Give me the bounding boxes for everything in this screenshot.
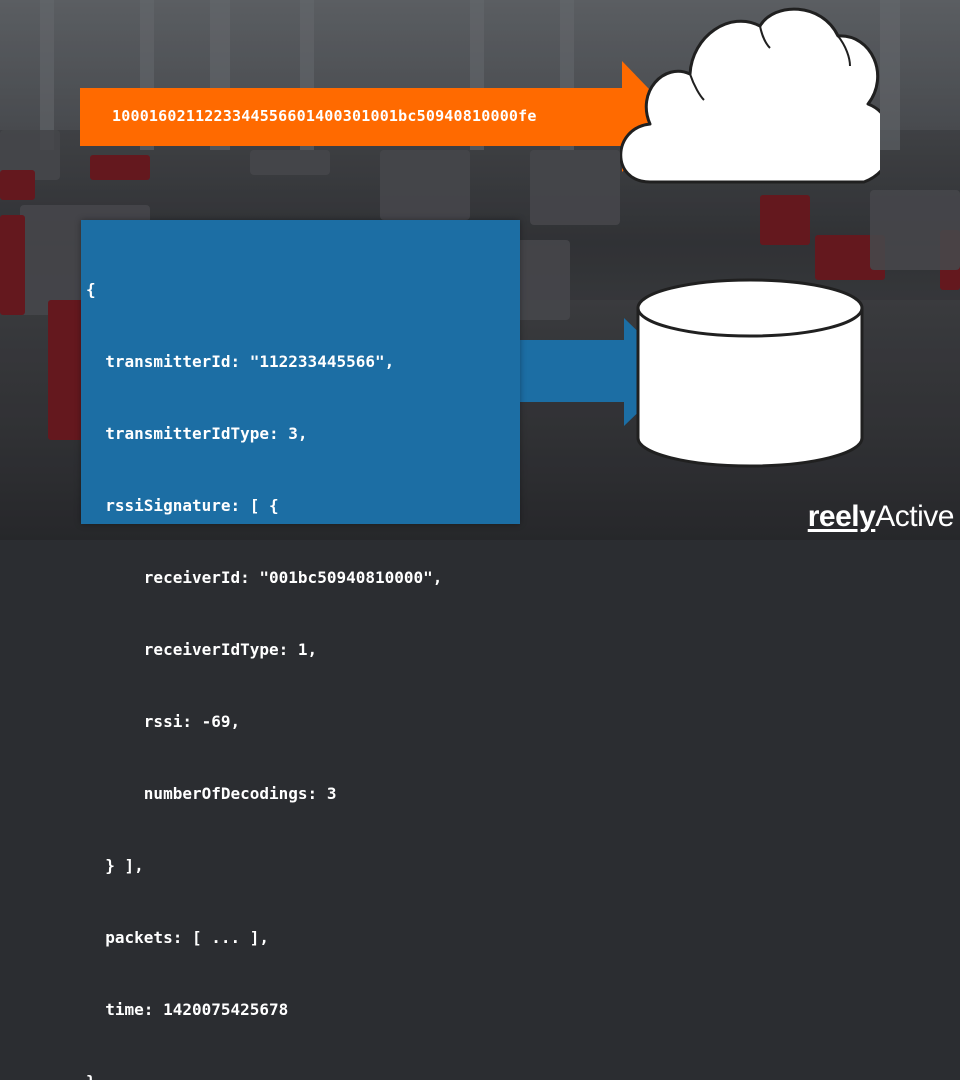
- json-line: }: [86, 1070, 442, 1080]
- json-line: {: [86, 280, 96, 299]
- json-line: transmitterId: "112233445566",: [86, 352, 395, 371]
- json-record-code: { transmitterId: "112233445566", transmi…: [86, 230, 442, 1080]
- json-line: } ],: [86, 856, 144, 875]
- logo-bold-text: reely: [807, 500, 876, 533]
- json-line: receiverId: "001bc50940810000",: [86, 568, 443, 587]
- json-line: rssiSignature: [ {: [86, 496, 279, 515]
- logo-regular-text: Active: [875, 500, 954, 533]
- database-icon: [636, 278, 864, 468]
- reelyactive-logo: reelyActive: [807, 500, 955, 534]
- json-line: receiverIdType: 1,: [86, 640, 318, 659]
- json-line: numberOfDecodings: 3: [86, 784, 337, 803]
- json-line: time: 1420075425678: [86, 1000, 289, 1019]
- json-line: packets: [ ... ],: [86, 928, 270, 947]
- json-line: transmitterIdType: 3,: [86, 424, 308, 443]
- json-line: rssi: -69,: [86, 712, 241, 731]
